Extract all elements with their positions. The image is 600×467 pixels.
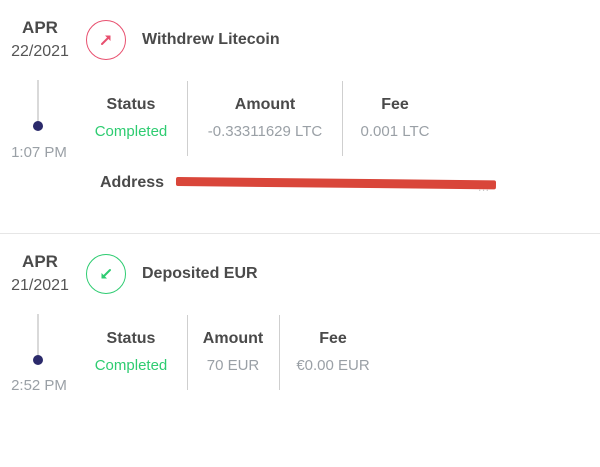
address-label: Address xyxy=(100,174,165,191)
fee-value: 0.001 LTC xyxy=(360,123,430,140)
transaction-title: Withdrew Litecoin xyxy=(142,31,280,48)
transaction-time: 1:07 PM xyxy=(11,144,67,161)
status-label: Status xyxy=(106,330,156,347)
transaction-history: APR 22/2021 Withdrew Litecoin 1:07 PM St… xyxy=(0,0,600,467)
date-day: 22/2021 xyxy=(11,43,69,60)
fee-column: Fee 0.001 LTC xyxy=(343,96,447,140)
fee-column: Fee €0.00 EUR xyxy=(280,330,386,374)
date-month: APR xyxy=(22,252,58,271)
timeline-line xyxy=(37,314,39,358)
amount-value: 70 EUR xyxy=(206,357,260,374)
transaction-title: Deposited EUR xyxy=(142,265,258,282)
amount-column: Amount 70 EUR xyxy=(188,330,278,374)
amount-value: -0.33311629 LTC xyxy=(207,123,323,140)
status-value: Completed xyxy=(94,123,168,140)
timeline-dot xyxy=(33,121,43,131)
arrow-down-left-icon xyxy=(86,254,126,294)
status-column: Status Completed xyxy=(88,330,174,374)
status-column: Status Completed xyxy=(88,96,174,140)
transaction-item-withdraw[interactable]: APR 22/2021 Withdrew Litecoin 1:07 PM St… xyxy=(0,0,600,234)
status-label: Status xyxy=(106,96,156,113)
address-redaction xyxy=(175,177,497,190)
transaction-time: 2:52 PM xyxy=(11,377,67,394)
status-value: Completed xyxy=(94,357,168,374)
amount-label: Amount xyxy=(234,96,296,113)
fee-value: €0.00 EUR xyxy=(296,357,370,374)
date-month: APR xyxy=(22,18,58,37)
arrow-up-right-icon xyxy=(86,20,126,60)
timeline-line xyxy=(37,80,39,124)
timeline-dot xyxy=(33,355,43,365)
fee-label: Fee xyxy=(319,330,347,347)
fee-label: Fee xyxy=(381,96,409,113)
date-day: 21/2021 xyxy=(11,277,69,294)
amount-label: Amount xyxy=(202,330,264,347)
amount-column: Amount -0.33311629 LTC xyxy=(188,96,342,140)
transaction-item-deposit[interactable]: APR 21/2021 Deposited EUR 2:52 PM Status… xyxy=(0,234,600,467)
